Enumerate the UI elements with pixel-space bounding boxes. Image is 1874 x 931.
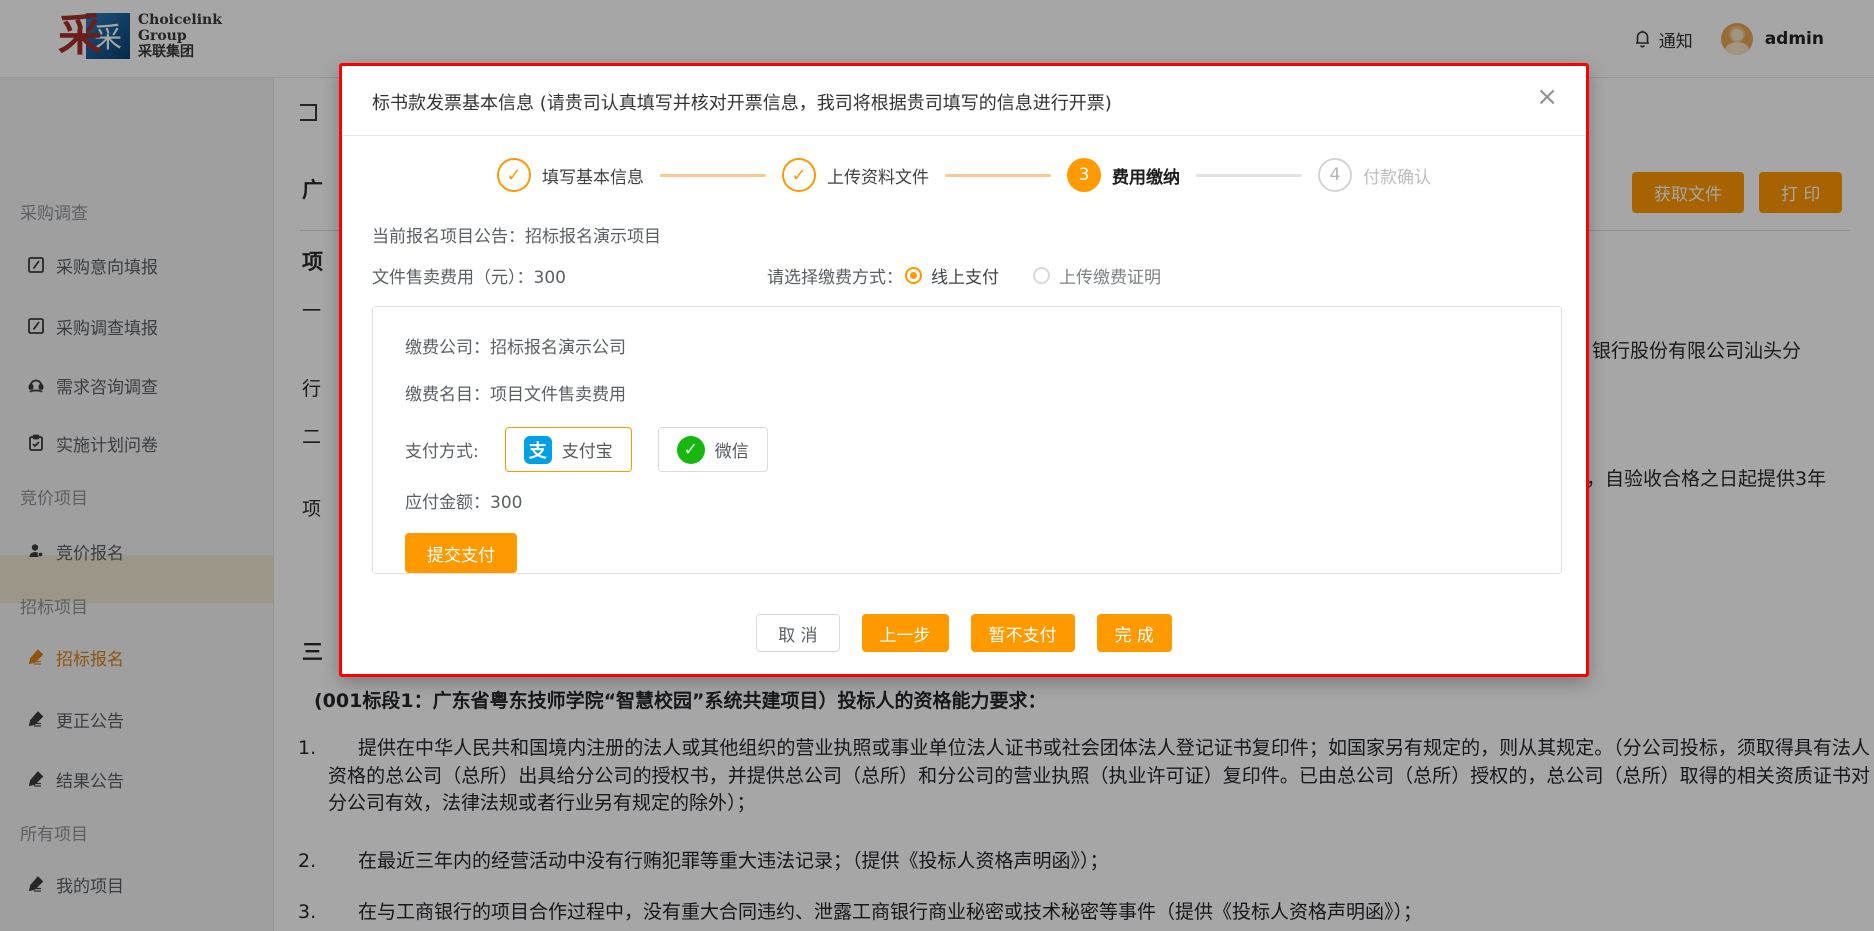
radio-unselected-icon: [1033, 267, 1050, 284]
pay-later-button[interactable]: 暂不支付: [971, 614, 1075, 652]
notice-label: 当前报名项目公告：: [372, 227, 525, 247]
app-window: 采 采 Choicelink Group 采联集团 通知 admin: [0, 0, 1874, 931]
pay-method-label: 请选择缴费方式：: [767, 263, 903, 288]
check-icon: ✓: [497, 158, 531, 192]
modal-title: 标书款发票基本信息 (请贵司认真填写并核对开票信息，我司将根据贵司填写的信息进行…: [372, 89, 1112, 115]
pay-company-value: 招标报名演示公司: [490, 338, 626, 358]
step-number: 4: [1318, 158, 1352, 192]
previous-step-button[interactable]: 上一步: [862, 614, 949, 652]
payment-panel: 缴费公司：招标报名演示公司 缴费名目：项目文件售卖费用 支付方式: 支 支付宝 …: [372, 306, 1562, 574]
current-project-notice: 当前报名项目公告：招标报名演示项目: [372, 222, 1586, 247]
finish-button[interactable]: 完 成: [1097, 614, 1172, 652]
modal-header: 标书款发票基本信息 (请贵司认真填写并核对开票信息，我司将根据贵司填写的信息进行…: [342, 66, 1586, 136]
step-connector: [660, 174, 766, 177]
fee-value: 300: [534, 268, 566, 288]
file-fee: 文件售卖费用（元）：300: [372, 263, 767, 288]
check-icon: ✓: [782, 158, 816, 192]
step-upload-files: ✓ 上传资料文件: [782, 158, 929, 192]
pay-item-row: 缴费名目：项目文件售卖费用: [405, 380, 1529, 405]
alipay-button[interactable]: 支 支付宝: [505, 427, 632, 472]
amount-due-row: 应付金额：300: [405, 488, 1529, 513]
step-connector: [1196, 174, 1302, 177]
step-connector: [945, 174, 1051, 177]
notice-value: 招标报名演示项目: [525, 227, 661, 247]
invoice-payment-modal: 标书款发票基本信息 (请贵司认真填写并核对开票信息，我司将根据贵司填写的信息进行…: [339, 63, 1589, 677]
step-number: 3: [1067, 158, 1101, 192]
submit-payment-button[interactable]: 提交支付: [405, 533, 517, 573]
wizard-steps: ✓ 填写基本信息 ✓ 上传资料文件 3 费用缴纳 4 付款确认: [342, 158, 1586, 192]
wechat-button[interactable]: ✓ 微信: [658, 427, 768, 472]
cancel-button[interactable]: 取 消: [756, 614, 839, 652]
alipay-icon: 支: [524, 436, 552, 464]
step-payment-confirm: 4 付款确认: [1318, 158, 1431, 192]
pay-item-value: 项目文件售卖费用: [490, 385, 626, 405]
radio-selected-icon: [905, 267, 922, 284]
modal-footer: 取 消 上一步 暂不支付 完 成: [342, 614, 1586, 652]
pay-way-label: 支付方式:: [405, 437, 479, 462]
step-fill-basic-info: ✓ 填写基本信息: [497, 158, 644, 192]
close-icon[interactable]: ×: [1536, 84, 1558, 110]
pay-company-row: 缴费公司：招标报名演示公司: [405, 333, 1529, 358]
step-pay-fee: 3 费用缴纳: [1067, 158, 1180, 192]
wechat-icon: ✓: [677, 436, 705, 464]
amount-value: 300: [490, 493, 522, 513]
radio-upload-proof[interactable]: 上传缴费证明: [1033, 263, 1161, 288]
radio-online-payment[interactable]: 线上支付: [905, 263, 999, 288]
